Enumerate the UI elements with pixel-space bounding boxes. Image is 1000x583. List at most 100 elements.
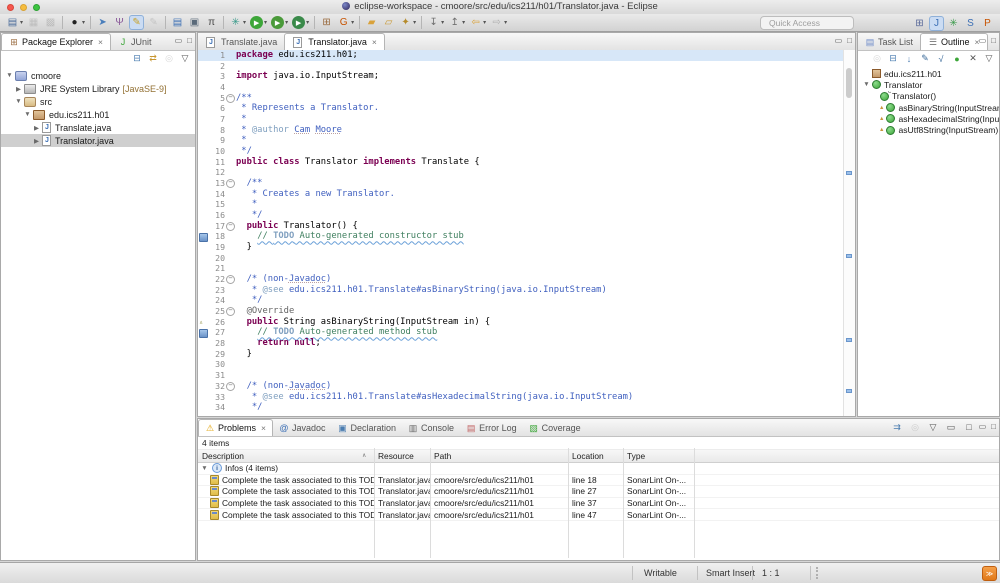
column-divider[interactable] — [694, 448, 695, 558]
problems-row[interactable]: Complete the task associated to this TOD… — [198, 486, 999, 498]
override-marker-icon[interactable]: ▵ — [199, 317, 203, 328]
code-line-26[interactable]: ▵26 public String asBinaryString(InputSt… — [198, 317, 844, 328]
dropdown-arrow-icon[interactable]: ▾ — [285, 19, 288, 26]
code-line-32[interactable]: 32− /* (non-Javadoc) — [198, 381, 844, 392]
column-divider[interactable] — [374, 448, 375, 558]
code-line-30[interactable]: 30 — [198, 359, 844, 370]
tree-item[interactable]: ▼src — [1, 95, 195, 108]
dropdown-arrow-icon[interactable]: ▾ — [483, 19, 486, 26]
close-window-button[interactable] — [7, 4, 14, 11]
fold-collapse-icon[interactable]: − — [226, 94, 235, 103]
link-with-editor-icon[interactable]: ⇄ — [147, 53, 159, 64]
save-icon[interactable]: ▦ — [26, 15, 41, 30]
code-line-15[interactable]: 15 * — [198, 199, 844, 210]
column-divider[interactable] — [430, 448, 431, 558]
zoom-window-button[interactable] — [33, 4, 40, 11]
sonarlint-task-marker-icon[interactable] — [199, 329, 208, 338]
tree-item[interactable]: ▶Translator.java — [1, 134, 195, 147]
view-menu-icon[interactable]: ▽ — [179, 53, 191, 64]
fold-collapse-icon[interactable]: − — [226, 275, 235, 284]
collapse-arrow-icon[interactable]: ▼ — [14, 98, 23, 105]
code-line-7[interactable]: 7 * — [198, 114, 844, 125]
fold-collapse-icon[interactable]: − — [226, 222, 235, 231]
minimize-icon[interactable]: ▭ — [945, 422, 957, 433]
filter-icon[interactable]: ⇉ — [891, 422, 903, 433]
code-line-16[interactable]: 16 */ — [198, 210, 844, 221]
group-icon[interactable]: ◎ — [909, 422, 921, 433]
code-line-19[interactable]: 19 } — [198, 242, 844, 253]
import-icon[interactable]: ▱ — [381, 15, 396, 30]
code-line-20[interactable]: 20 — [198, 253, 844, 264]
prev-annotation-icon[interactable]: ↥▾ — [447, 15, 466, 30]
code-line-3[interactable]: 3import java.io.InputStream; — [198, 71, 844, 82]
back-icon[interactable]: ⇦▾ — [468, 15, 487, 30]
tab-package-explorer[interactable]: ⊞ Package Explorer × — [1, 33, 111, 50]
dropdown-arrow-icon[interactable]: ▾ — [20, 19, 23, 26]
tab-task-list[interactable]: ▤ Task List — [858, 34, 920, 50]
minimize-icon[interactable]: ▭ — [175, 36, 183, 45]
skip-breakpoints-icon[interactable]: ➤ — [95, 15, 110, 30]
background-progress-icon[interactable]: ≫ — [982, 566, 997, 581]
new-window-icon[interactable]: ▣ — [187, 15, 202, 30]
open-perspective-icon[interactable]: ⊞ — [912, 16, 927, 31]
code-line-31[interactable]: 31 — [198, 370, 844, 381]
code-line-25[interactable]: 25− @Override — [198, 306, 844, 317]
marker-icon[interactable]: ✎ — [146, 15, 161, 30]
tab-console[interactable]: ▥Console — [402, 420, 460, 436]
code-line-14[interactable]: 14 * Creates a new Translator. — [198, 189, 844, 200]
code-line-29[interactable]: 29 } — [198, 349, 844, 360]
code-line-10[interactable]: 10 */ — [198, 146, 844, 157]
maximize-icon[interactable]: □ — [991, 422, 996, 431]
tree-item[interactable]: ▶JRE System Library[JavaSE-9] — [1, 82, 195, 95]
code-line-2[interactable]: 2 — [198, 61, 844, 72]
new-wizard-icon[interactable]: ▤▾ — [5, 15, 24, 30]
forward-icon[interactable]: ⇨▾ — [489, 15, 508, 30]
dropdown-arrow-icon[interactable]: ▾ — [413, 19, 416, 26]
tab-problems[interactable]: ⚠Problems× — [198, 419, 273, 436]
code-line-8[interactable]: 8 * @author Cam Moore — [198, 125, 844, 136]
code-line-5[interactable]: 5−/** — [198, 93, 844, 104]
dropdown-arrow-icon[interactable]: ▾ — [462, 19, 465, 26]
fold-collapse-icon[interactable]: − — [226, 382, 235, 391]
outline-item[interactable]: ▲asBinaryString(InputStream) : String — [858, 102, 999, 113]
open-task-icon[interactable]: ▤ — [170, 15, 185, 30]
pydev-perspective-icon[interactable]: P — [980, 16, 995, 31]
maximize-icon[interactable]: □ — [847, 36, 852, 45]
column-header-type[interactable]: Type — [623, 451, 999, 461]
problems-row[interactable]: Complete the task associated to this TOD… — [198, 509, 999, 521]
collapse-arrow-icon[interactable]: ▼ — [5, 72, 14, 79]
hide-fields-icon[interactable]: ✎ — [919, 53, 931, 64]
dropdown-arrow-icon[interactable]: ▾ — [82, 19, 85, 26]
save-all-icon[interactable]: ▩ — [43, 15, 58, 30]
profile-run-icon[interactable]: ▶▾ — [291, 15, 310, 30]
dropdown-arrow-icon[interactable]: ▾ — [351, 19, 354, 26]
code-line-9[interactable]: 9 * — [198, 135, 844, 146]
collapse-all-icon[interactable]: ⊟ — [887, 53, 899, 64]
tab-javadoc[interactable]: @Javadoc — [273, 420, 332, 436]
code-line-4[interactable]: 4 — [198, 82, 844, 93]
minimize-icon[interactable]: ▭ — [979, 422, 987, 431]
column-divider[interactable] — [568, 448, 569, 558]
show-whitespace-icon[interactable]: π — [204, 15, 219, 30]
code-line-27[interactable]: 27 // TODO Auto-generated method stub — [198, 327, 844, 338]
overview-ruler[interactable] — [843, 50, 855, 416]
outline-item[interactable]: Translator() — [858, 91, 999, 102]
collapse-all-icon[interactable]: ⊟ — [131, 53, 143, 64]
quick-access-field[interactable]: Quick Access — [760, 16, 854, 30]
code-line-34[interactable]: 34 */ — [198, 402, 844, 413]
column-header-location[interactable]: Location — [568, 451, 623, 461]
code-line-22[interactable]: 22− /* (non-Javadoc) — [198, 274, 844, 285]
code-line-21[interactable]: 21 — [198, 263, 844, 274]
java-perspective-icon[interactable]: J — [929, 16, 944, 31]
tab-junit[interactable]: J JUnit — [111, 34, 159, 50]
next-annotation-icon[interactable]: ↧▾ — [426, 15, 445, 30]
code-line-12[interactable]: 12 — [198, 167, 844, 178]
code-line-6[interactable]: 6 * Represents a Translator. — [198, 103, 844, 114]
overview-annotation-marker[interactable] — [846, 171, 852, 175]
hide-local-types-icon[interactable]: ✕ — [967, 53, 979, 64]
problems-row[interactable]: Complete the task associated to this TOD… — [198, 475, 999, 487]
coverage-run-icon[interactable]: ▶▾ — [270, 15, 289, 30]
debug-perspective-icon[interactable]: ✳ — [946, 16, 961, 31]
focus-task-icon[interactable]: ◎ — [163, 53, 175, 64]
dropdown-arrow-icon[interactable]: ▾ — [441, 19, 444, 26]
